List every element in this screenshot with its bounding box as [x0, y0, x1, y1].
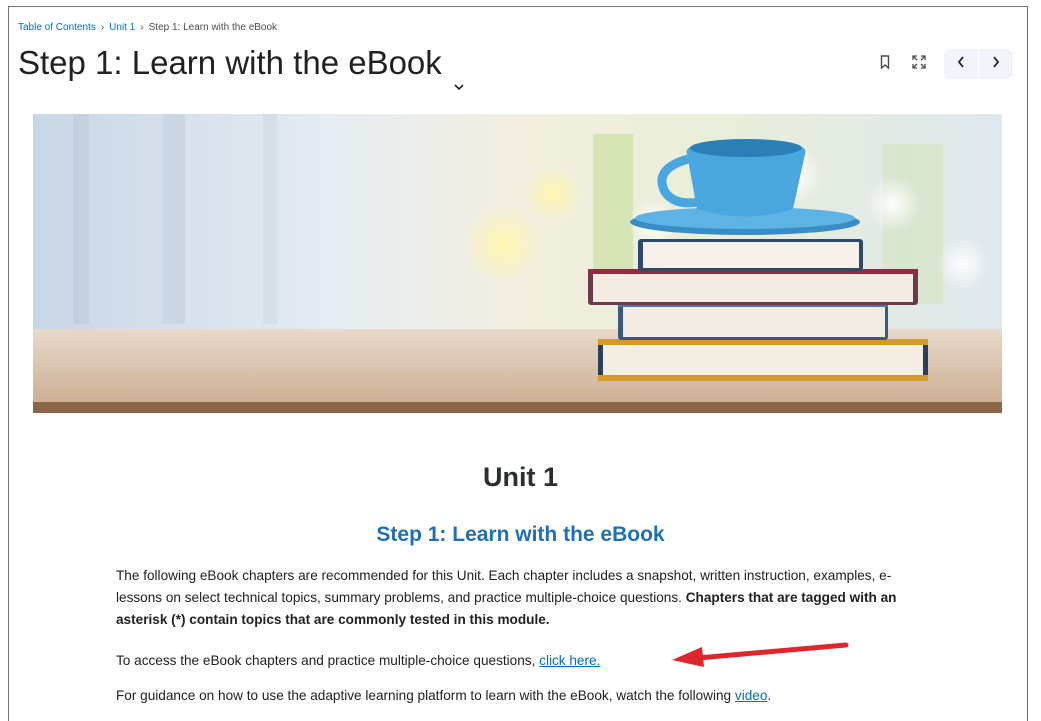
intro-paragraph: The following eBook chapters are recomme…	[116, 565, 916, 631]
breadcrumb-separator: ›	[100, 22, 105, 33]
chevron-down-icon	[454, 61, 464, 90]
click-here-link[interactable]: click here.	[539, 653, 600, 668]
breadcrumb: Table of Contents › Unit 1 › Step 1: Lea…	[18, 22, 277, 33]
breadcrumb-current: Step 1: Learn with the eBook	[148, 22, 278, 33]
red-arrow-annotation-icon	[668, 639, 853, 672]
next-topic-button[interactable]	[979, 49, 1013, 79]
chevron-right-icon	[992, 55, 1000, 73]
topic-navigation	[944, 49, 1013, 79]
topic-toolbar	[868, 49, 1013, 79]
fullscreen-button[interactable]	[902, 49, 936, 79]
breadcrumb-table-of-contents[interactable]: Table of Contents	[18, 22, 96, 33]
unit-heading: Unit 1	[482, 462, 558, 492]
video-link[interactable]: video	[735, 688, 768, 703]
page-title: Step 1: Learn with the eBook	[18, 44, 442, 81]
page-title-dropdown[interactable]: Step 1: Learn with the eBook	[18, 44, 464, 90]
previous-topic-button[interactable]	[944, 49, 978, 79]
fullscreen-icon	[912, 54, 926, 74]
bookmark-icon	[880, 54, 890, 74]
guidance-text: For guidance on how to use the adaptive …	[116, 688, 735, 703]
guidance-paragraph: For guidance on how to use the adaptive …	[116, 685, 916, 707]
access-text: To access the eBook chapters and practic…	[116, 653, 540, 668]
step-heading: Step 1: Learn with the eBook	[376, 523, 665, 546]
breadcrumb-separator: ›	[140, 22, 144, 33]
bookmark-button[interactable]	[868, 49, 902, 79]
hero-image-books-and-cup	[33, 114, 1002, 413]
breadcrumb-unit-1[interactable]: Unit 1	[109, 22, 135, 33]
guidance-period: .	[767, 688, 772, 703]
chevron-left-icon	[957, 55, 965, 73]
